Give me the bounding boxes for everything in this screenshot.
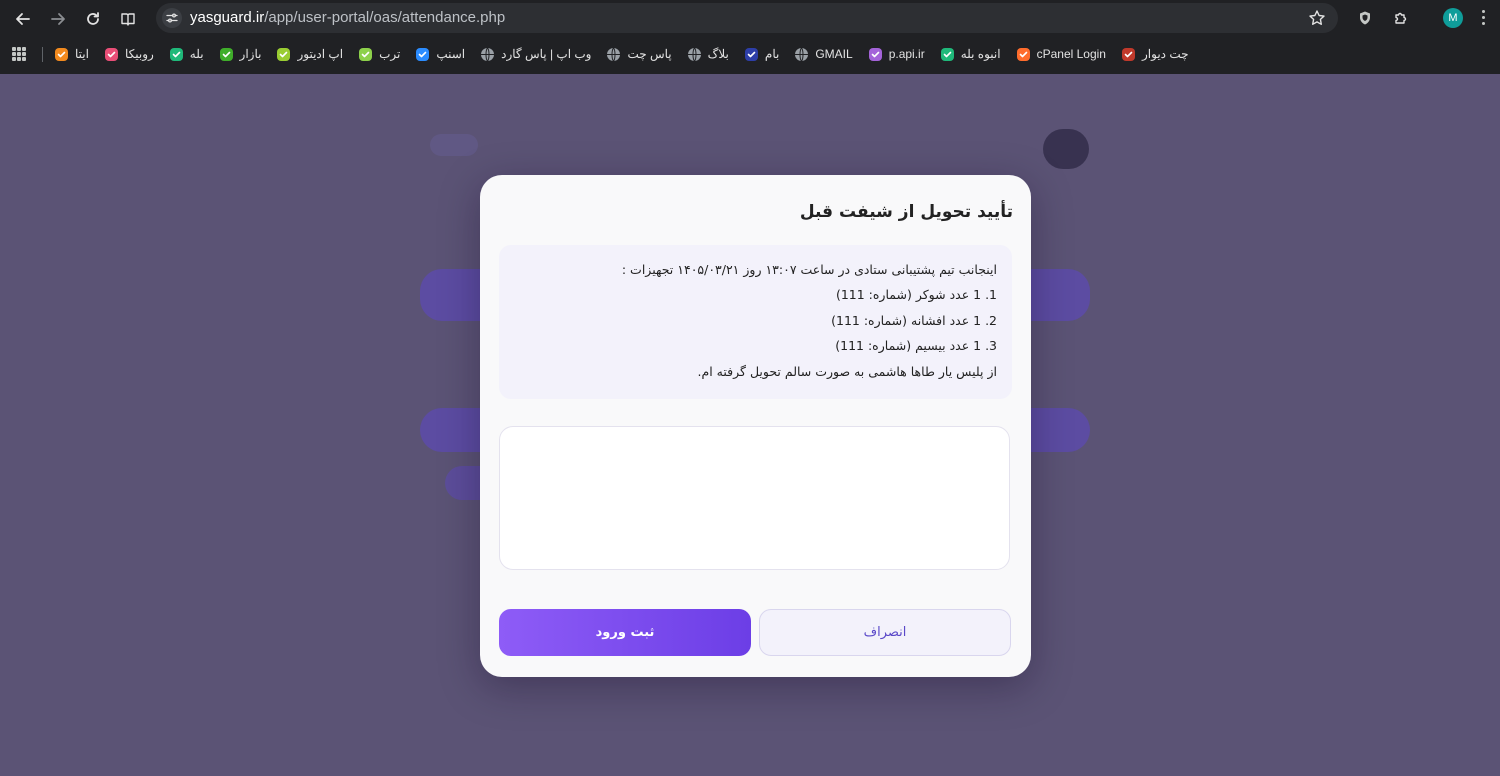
bookmarks-divider — [42, 47, 43, 62]
forward-button[interactable] — [47, 8, 69, 30]
bookmark-item[interactable]: پاس چت — [606, 47, 672, 62]
terms-item-shocker: 1. 1 عدد شوکر (شماره: 111) — [835, 287, 997, 302]
apps-grid-icon[interactable] — [12, 47, 26, 61]
rubika-icon — [104, 47, 119, 62]
bookmark-item[interactable]: ایتا — [54, 47, 89, 62]
extension-shield-button[interactable] — [1355, 8, 1375, 28]
handover-confirmation-modal: تأیید تحویل از شیفت قبل اینجانب تیم پشتی… — [480, 175, 1031, 677]
bookmark-label: p.api.ir — [888, 47, 925, 61]
terms-intro-line: اینجانب تیم پشتیبانی ستادی در ساعت ۱۳:۰۷… — [621, 262, 997, 277]
bookmark-label: بام — [764, 47, 780, 61]
papi-icon — [868, 47, 883, 62]
bazaar-icon — [219, 47, 234, 62]
handover-terms-box: اینجانب تیم پشتیبانی ستادی در ساعت ۱۳:۰۷… — [499, 245, 1012, 399]
bookmark-item[interactable]: cPanel Login — [1016, 47, 1106, 62]
divar-icon — [1121, 47, 1136, 62]
bookmark-item[interactable]: بام — [744, 47, 779, 62]
bookmark-item[interactable]: اپ ادیتور — [276, 47, 343, 62]
bookmark-label: پاس چت — [627, 47, 672, 61]
bookmark-label: بازار — [239, 47, 262, 61]
backdrop-avatar — [1043, 129, 1089, 169]
profile-avatar[interactable]: M — [1443, 8, 1463, 28]
bookmark-item[interactable]: بله — [169, 47, 204, 62]
torob-icon — [358, 47, 373, 62]
bookmark-item[interactable]: بلاگ — [687, 47, 729, 62]
cancel-button[interactable]: انصراف — [759, 609, 1011, 656]
browser-toolbar: yasguard.ir/app/user-portal/oas/attendan… — [0, 0, 1500, 37]
bookmark-label: بله — [189, 47, 204, 61]
bookmark-label: بلاگ — [707, 47, 729, 61]
bookmark-item[interactable]: ترب — [358, 47, 400, 62]
reload-icon — [87, 12, 99, 25]
bookmark-item[interactable]: چت دیوار — [1121, 47, 1189, 62]
eitaa-icon — [54, 47, 69, 62]
bookmarks-list: ایتا روبیکا بله بازار اپ ادیتور ترب اسنپ وب اپ … — [54, 44, 1204, 64]
comment-textarea[interactable] — [499, 426, 1010, 570]
bookmark-item[interactable]: انبوه بله — [940, 47, 1001, 62]
globe-icon — [480, 47, 495, 62]
bookmark-item[interactable]: بازار — [219, 47, 262, 62]
browser-chrome: yasguard.ir/app/user-portal/oas/attendan… — [0, 0, 1500, 74]
bookmark-item[interactable]: GMAIL — [794, 47, 853, 62]
app-editor-icon — [276, 47, 291, 62]
globe-icon — [794, 47, 809, 62]
terms-closing-line: از پلیس یار طاها هاشمی به صورت سالم تحوی… — [697, 364, 997, 379]
puzzle-icon — [1395, 12, 1407, 24]
globe-icon — [606, 47, 621, 62]
bookmark-label: انبوه بله — [960, 47, 1001, 61]
browser-menu-icon[interactable] — [1482, 10, 1486, 26]
bookmark-label: اپ ادیتور — [297, 47, 344, 61]
bam-icon — [744, 47, 759, 62]
bookmark-label: اسنپ — [436, 47, 466, 61]
book-icon — [121, 13, 135, 26]
extensions-button[interactable] — [1391, 8, 1411, 28]
bookmark-item[interactable]: p.api.ir — [868, 47, 925, 62]
shield-icon — [1360, 11, 1370, 25]
bookmarks-bar: ایتا روبیکا بله بازار اپ ادیتور ترب اسنپ وب اپ … — [0, 37, 1500, 70]
back-button[interactable] — [12, 8, 34, 30]
bookmark-item[interactable]: روبیکا — [104, 47, 154, 62]
arrow-right-icon — [51, 13, 65, 25]
bale-icon — [169, 47, 184, 62]
bookmark-item[interactable]: اسنپ — [415, 47, 465, 62]
terms-item-spray: 2. 1 عدد افشانه (شماره: 111) — [831, 313, 997, 328]
bookmark-label: چت دیوار — [1141, 47, 1189, 61]
reading-mode-button[interactable] — [117, 8, 139, 30]
bookmark-star-icon[interactable] — [1308, 9, 1326, 27]
url-text[interactable]: yasguard.ir/app/user-portal/oas/attendan… — [190, 9, 505, 26]
globe-icon — [687, 47, 702, 62]
site-info-icon[interactable] — [162, 8, 182, 28]
terms-item-radio: 3. 1 عدد بیسیم (شماره: 111) — [835, 338, 997, 353]
url-host: yasguard.ir — [190, 9, 265, 26]
bookmark-label: ترب — [379, 47, 401, 61]
bookmark-item[interactable]: وب اپ | پاس گارد — [480, 47, 591, 62]
reload-button[interactable] — [82, 8, 104, 30]
bookmark-label: GMAIL — [815, 47, 853, 61]
bookmark-label: cPanel Login — [1036, 47, 1106, 61]
snapp-icon — [415, 47, 430, 62]
bookmark-label: ایتا — [75, 47, 89, 61]
arrow-left-icon — [16, 13, 30, 25]
address-bar[interactable]: yasguard.ir/app/user-portal/oas/attendan… — [156, 3, 1338, 33]
backdrop-chip — [430, 134, 478, 156]
bookmark-label: روبیکا — [124, 47, 154, 61]
modal-title: تأیید تحویل از شیفت قبل — [799, 202, 1013, 222]
url-path: /app/user-portal/oas/attendance.php — [264, 9, 506, 26]
bookmark-label: وب اپ | پاس گارد — [501, 47, 592, 61]
cpanel-icon — [1016, 47, 1031, 62]
submit-entry-button[interactable]: ثبت ورود — [499, 609, 751, 656]
bale-icon — [940, 47, 955, 62]
